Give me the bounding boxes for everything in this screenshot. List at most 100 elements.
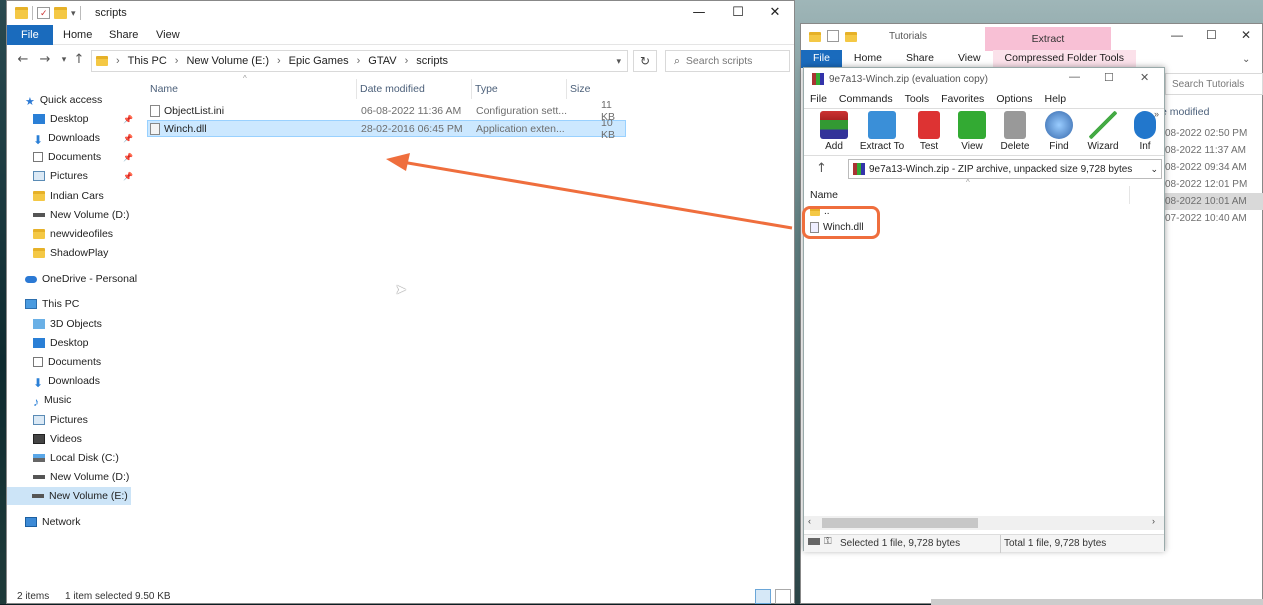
nav-downloads-pc[interactable]: ⬇ Downloads	[33, 372, 133, 390]
wizard-button[interactable]: Wizard	[1082, 111, 1124, 152]
breadcrumb-epic-games[interactable]: Epic Games	[289, 55, 349, 67]
nav-quick-access[interactable]: ★ Quick access	[25, 91, 143, 109]
scroll-left-icon[interactable]: ‹	[808, 516, 811, 526]
minimize-button[interactable]: —	[681, 1, 717, 25]
column-header-name[interactable]: Name	[804, 186, 1130, 204]
minimize-button[interactable]: —	[1069, 71, 1080, 83]
close-button[interactable]: ✕	[757, 1, 793, 25]
tab-view[interactable]: View	[144, 25, 192, 45]
nav-new-volume-d[interactable]: New Volume (D:)	[33, 468, 133, 486]
nav-newvideofiles[interactable]: newvideofiles	[33, 225, 133, 243]
menu-favorites[interactable]: Favorites	[941, 93, 984, 105]
new-folder-icon[interactable]	[54, 7, 67, 19]
nav-3d-objects[interactable]: 3D Objects	[33, 315, 133, 333]
address-bar[interactable]: › This PC › New Volume (E:) › Epic Games…	[91, 50, 628, 72]
horizontal-scrollbar[interactable]	[931, 599, 1263, 605]
details-view-icon[interactable]	[755, 589, 771, 604]
qat-dropdown-icon[interactable]: ▾	[71, 8, 76, 19]
address-dropdown-icon[interactable]: ▾	[616, 56, 621, 67]
toolbar-overflow-icon[interactable]: »	[1154, 109, 1159, 119]
nav-music[interactable]: ♪ Music	[33, 391, 133, 409]
tab-share[interactable]: Share	[894, 50, 946, 68]
add-button[interactable]: Add	[813, 111, 855, 152]
delete-button[interactable]: Delete	[994, 111, 1036, 152]
archive-path-field[interactable]: 9e7a13-Winch.zip - ZIP archive, unpacked…	[848, 159, 1162, 179]
nav-indian-cars[interactable]: Indian Cars	[33, 187, 133, 205]
extract-to-button[interactable]: Extract To	[856, 111, 908, 152]
column-header-date[interactable]: Date modified	[357, 79, 472, 99]
test-button[interactable]: Test	[908, 111, 950, 152]
refresh-button[interactable]: ↻	[633, 50, 657, 72]
maximize-button[interactable]: ☐	[1206, 28, 1217, 42]
nav-shadowplay[interactable]: ShadowPlay	[33, 244, 133, 262]
breadcrumb-scripts[interactable]: scripts	[416, 55, 448, 67]
properties-icon[interactable]	[827, 30, 839, 42]
column-header-date[interactable]: e modified	[1161, 106, 1209, 118]
close-button[interactable]: ✕	[1241, 28, 1251, 42]
column-header-name[interactable]: Name	[147, 79, 357, 99]
horizontal-scrollbar[interactable]: ‹ ›	[804, 516, 1164, 530]
breadcrumb-gtav[interactable]: GTAV	[368, 55, 396, 67]
tab-share[interactable]: Share	[97, 25, 150, 45]
scroll-right-icon[interactable]: ›	[1152, 516, 1155, 526]
tab-file[interactable]: File	[7, 25, 53, 45]
file-row[interactable]: ObjectList.ini 06-08-2022 11:36 AM Confi…	[147, 99, 626, 123]
tab-file[interactable]: File	[801, 50, 842, 68]
scrollbar-thumb[interactable]	[822, 518, 978, 528]
nav-local-disk-c[interactable]: Local Disk (C:)	[33, 449, 133, 467]
view-button[interactable]: View	[951, 111, 993, 152]
path-dropdown-icon[interactable]: ⌄	[1150, 164, 1158, 175]
nav-pictures-pc[interactable]: Pictures	[33, 411, 133, 429]
cloud-icon	[25, 275, 37, 283]
nav-pictures[interactable]: Pictures 📌	[33, 167, 133, 185]
maximize-button[interactable]: ☐	[720, 1, 756, 25]
nav-documents-pc[interactable]: Documents	[33, 353, 133, 371]
properties-icon[interactable]: ✓	[37, 7, 50, 19]
tab-home[interactable]: Home	[842, 50, 894, 68]
drive-icon	[33, 475, 45, 479]
file-row-selected[interactable]: Winch.dll 28-02-2016 06:45 PM Applicatio…	[147, 117, 626, 141]
find-button[interactable]: Find	[1038, 111, 1080, 152]
recent-dropdown-icon[interactable]: ▾	[56, 55, 72, 65]
ribbon-expand-icon[interactable]: ⌄	[1242, 54, 1250, 65]
tab-compressed-folder-tools[interactable]: Compressed Folder Tools	[992, 50, 1136, 68]
search-input[interactable]: Search Tutorials	[1165, 73, 1263, 95]
menu-help[interactable]: Help	[1045, 93, 1067, 105]
nav-new-volume-e[interactable]: New Volume (E:)	[7, 487, 131, 505]
back-arrow-icon[interactable]: ←	[15, 52, 31, 67]
new-folder-icon[interactable]	[845, 32, 857, 42]
nav-this-pc[interactable]: This PC	[25, 295, 143, 313]
breadcrumb-new-volume-e[interactable]: New Volume (E:)	[186, 55, 269, 67]
up-arrow-icon[interactable]: ↑	[816, 161, 827, 176]
key-icon: ⚿	[824, 536, 832, 547]
menu-commands[interactable]: Commands	[839, 93, 893, 105]
maximize-button[interactable]: ☐	[1104, 71, 1114, 84]
extract-context-tab[interactable]: Extract	[985, 27, 1111, 51]
up-arrow-icon[interactable]: ↑	[71, 52, 87, 67]
forward-arrow-icon[interactable]: →	[37, 52, 53, 67]
nav-network[interactable]: Network	[25, 513, 143, 531]
nav-new-volume-d-quick[interactable]: New Volume (D:)	[33, 206, 133, 224]
nav-downloads[interactable]: ⬇ Downloads 📌	[33, 129, 133, 147]
menu-options[interactable]: Options	[996, 93, 1032, 105]
nav-videos[interactable]: Videos	[33, 430, 133, 448]
tab-view[interactable]: View	[946, 50, 993, 68]
status-total: Total 1 file, 9,728 bytes	[1004, 538, 1107, 549]
menu-file[interactable]: File	[810, 93, 827, 105]
nav-desktop-pc[interactable]: Desktop	[33, 334, 133, 352]
close-button[interactable]: ✕	[1140, 71, 1149, 84]
download-icon: ⬇	[33, 133, 44, 147]
arrow-head	[386, 153, 410, 171]
minimize-button[interactable]: —	[1171, 28, 1183, 42]
status-bar: 2 items 1 item selected 9.50 KB	[7, 589, 794, 605]
breadcrumb-this-pc[interactable]: This PC	[128, 55, 167, 67]
nav-onedrive[interactable]: OneDrive - Personal	[25, 270, 143, 288]
column-header-size[interactable]: Size	[567, 79, 627, 99]
column-header-type[interactable]: Type	[472, 79, 567, 99]
menu-tools[interactable]: Tools	[905, 93, 930, 105]
search-input[interactable]: ⌕ Search scripts	[665, 50, 790, 72]
title-bar: ✓ ▾ scripts — ☐ ✕	[7, 1, 794, 25]
large-icons-view-icon[interactable]	[775, 589, 791, 604]
nav-desktop[interactable]: Desktop 📌	[33, 110, 133, 128]
nav-documents[interactable]: Documents 📌	[33, 148, 133, 166]
